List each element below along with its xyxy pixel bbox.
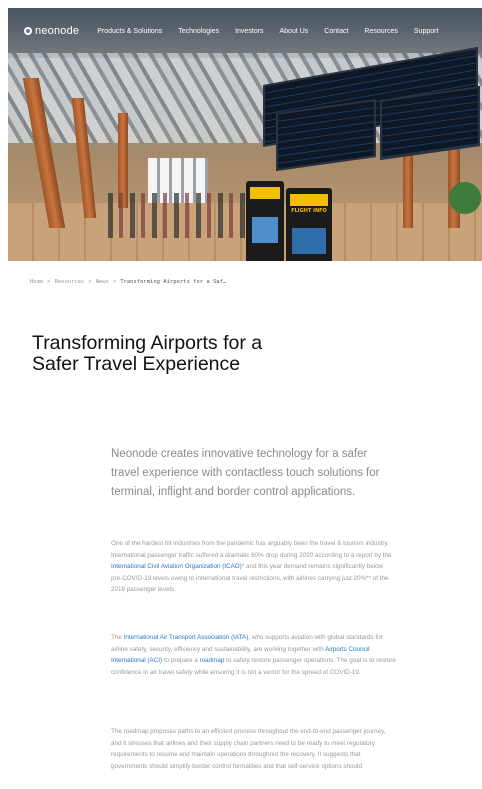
logo-text: neonode (35, 25, 80, 37)
paragraph-text: The roadmap proposes paths to an efficie… (111, 728, 386, 770)
breadcrumb-separator: > (47, 279, 51, 285)
breadcrumb-news[interactable]: News (96, 279, 109, 285)
nav-about-us[interactable]: About Us (280, 28, 309, 35)
nav-products-solutions[interactable]: Products & Solutions (97, 28, 162, 35)
departures-board (380, 85, 480, 161)
breadcrumb-current: Transforming Airports for a Saf… (120, 279, 227, 285)
kiosk-sign (250, 187, 280, 199)
roadmap-link[interactable]: roadmap (200, 657, 225, 664)
logo-icon (24, 27, 32, 35)
kiosk-screen (252, 217, 278, 243)
article-lead: Neonode creates innovative technology fo… (111, 448, 380, 498)
nav-contact[interactable]: Contact (324, 28, 348, 35)
paragraph-text: One of the hardest hit industries from t… (111, 540, 392, 559)
breadcrumb: Home > Resources > News > Transforming Airport… (30, 279, 226, 285)
nav-support[interactable]: Support (414, 28, 439, 35)
info-kiosk (246, 181, 284, 261)
kiosk-screen (292, 228, 326, 254)
hero-people (108, 193, 248, 238)
page: FLIGHT INFO neonode Products & Solutions… (0, 0, 482, 789)
article-paragraph: The roadmap proposes paths to an efficie… (111, 726, 396, 772)
icao-link[interactable]: International Civil Aviation Organizatio… (111, 563, 242, 570)
nav-investors[interactable]: Investors (235, 28, 263, 35)
paragraph-text: to prepare a (162, 657, 200, 664)
kiosk-sign-text: FLIGHT INFO (291, 208, 327, 214)
breadcrumb-separator: > (88, 279, 92, 285)
flight-info-kiosk: FLIGHT INFO (286, 188, 332, 261)
neonode-logo[interactable]: neonode (24, 25, 79, 37)
article-paragraph: The International Air Transport Associat… (111, 632, 396, 678)
breadcrumb-separator: > (112, 279, 117, 285)
breadcrumb-home[interactable]: Home (30, 279, 43, 285)
iata-link[interactable]: International Air Transport Association … (124, 634, 249, 641)
breadcrumb-resources[interactable]: Resources (55, 279, 85, 285)
page-title: Transforming Airports for a Safer Travel… (32, 332, 263, 375)
article-paragraph: One of the hardest hit industries from t… (111, 538, 396, 596)
nav-resources[interactable]: Resources (364, 28, 397, 35)
hero-plants (448, 178, 482, 218)
nav-technologies[interactable]: Technologies (178, 28, 219, 35)
top-nav: neonode Products & Solutions Technologie… (8, 8, 482, 54)
paragraph-text: The (111, 634, 124, 641)
airplane-icon (290, 194, 328, 206)
